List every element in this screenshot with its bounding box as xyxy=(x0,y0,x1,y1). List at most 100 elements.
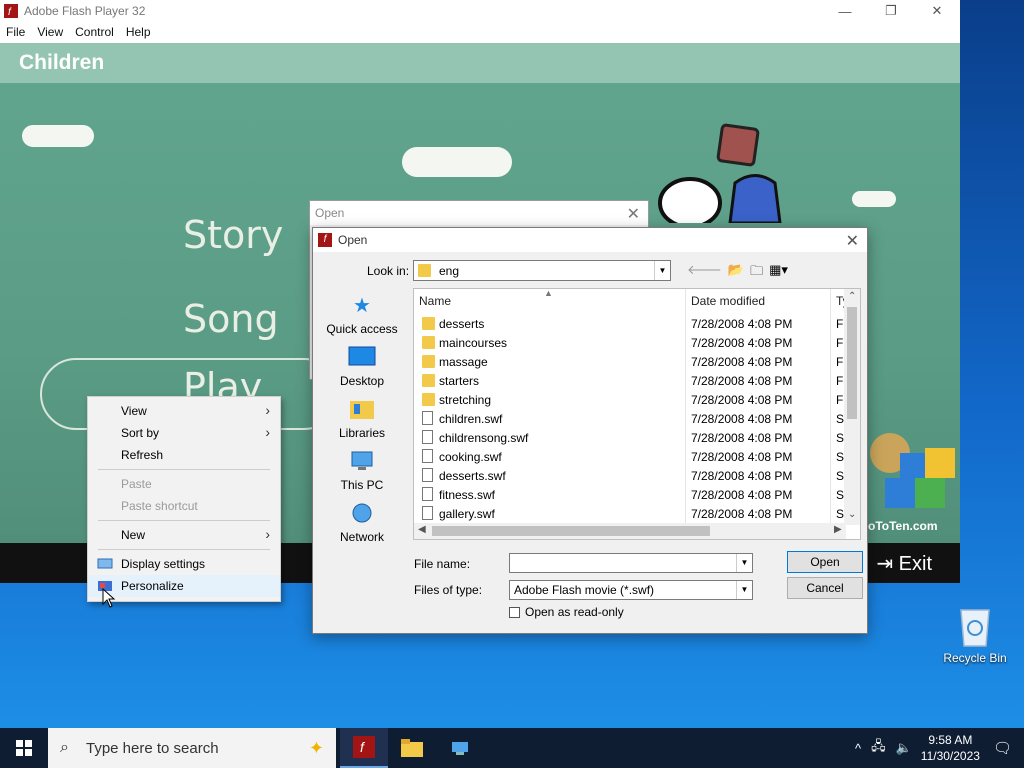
menu-help[interactable]: Help xyxy=(120,25,157,39)
look-in-label: Look in: xyxy=(367,264,410,278)
stage-header: Children xyxy=(0,43,960,83)
site-logo: oToTen.com xyxy=(868,519,938,533)
recycle-bin-label: Recycle Bin xyxy=(943,651,1007,665)
menu-song[interactable]: Song xyxy=(183,297,279,341)
cloud xyxy=(22,125,94,147)
place-libraries[interactable]: Libraries xyxy=(323,394,401,446)
folder-icon xyxy=(422,393,435,406)
column-name[interactable]: Name xyxy=(419,294,451,308)
chevron-down-icon[interactable]: ▼ xyxy=(736,581,752,599)
checkbox-box[interactable] xyxy=(509,606,520,618)
flash-titlebar[interactable]: f Adobe Flash Player 32 — ❐ ✕ xyxy=(0,0,960,22)
look-in-dropdown[interactable]: eng ▼ xyxy=(413,260,671,281)
desktop-icon xyxy=(348,346,376,370)
cancel-button[interactable]: Cancel xyxy=(787,577,863,599)
file-row[interactable]: starters 7/28/2008 4:08 PM Fil xyxy=(414,371,849,390)
file-date: 7/28/2008 4:08 PM xyxy=(691,355,793,369)
libraries-icon xyxy=(348,398,376,422)
file-row[interactable]: desserts 7/28/2008 4:08 PM Fil xyxy=(414,314,849,333)
folder-icon xyxy=(422,336,435,349)
up-folder-icon[interactable]: 📂 xyxy=(728,262,744,284)
exit-button[interactable]: ⇥ Exit xyxy=(876,551,932,576)
ctx-personalize[interactable]: Personalize xyxy=(88,575,280,597)
scroll-down-icon[interactable]: ⌄ xyxy=(848,509,856,520)
ctx-sort-by[interactable]: Sort by › xyxy=(88,422,280,444)
file-row[interactable]: gallery.swf7/28/2008 4:08 PMSV xyxy=(414,504,852,523)
file-row[interactable]: cooking.swf7/28/2008 4:08 PMSV xyxy=(414,447,852,466)
dialog-titlebar[interactable]: f Open ✕ xyxy=(313,228,867,252)
file-row[interactable]: children.swf7/28/2008 4:08 PMSV xyxy=(414,409,852,428)
chevron-up-icon[interactable]: ^ xyxy=(855,741,861,756)
ctx-view[interactable]: View › xyxy=(88,400,280,422)
scroll-thumb[interactable] xyxy=(847,307,857,419)
file-name-input[interactable]: ▼ xyxy=(509,553,753,573)
start-button[interactable] xyxy=(0,728,48,768)
column-date[interactable]: Date modified xyxy=(691,294,765,308)
file-name: stretching xyxy=(439,393,492,407)
menu-file[interactable]: File xyxy=(0,25,31,39)
scroll-right-icon[interactable]: ▶ xyxy=(834,524,842,535)
file-row[interactable]: childrensong.swf7/28/2008 4:08 PMSV xyxy=(414,428,852,447)
back-icon[interactable]: 🡐 xyxy=(687,262,722,284)
ctx-paste[interactable]: Paste xyxy=(88,473,280,495)
taskbar-network-app[interactable] xyxy=(436,728,484,768)
taskbar-file-explorer[interactable] xyxy=(388,728,436,768)
display-icon xyxy=(97,558,113,569)
recycle-bin[interactable]: Recycle Bin xyxy=(940,604,1010,665)
clock-date: 11/30/2023 xyxy=(920,749,980,763)
horizontal-scrollbar[interactable]: ◀ ▶ xyxy=(414,523,846,539)
files-of-type-select[interactable]: Adobe Flash movie (*.swf) ▼ xyxy=(509,580,753,600)
taskbar-search[interactable]: ⌕ Type here to search ✦ xyxy=(48,728,336,768)
network-icon xyxy=(348,502,376,526)
scroll-left-icon[interactable]: ◀ xyxy=(418,524,426,535)
taskbar: ⌕ Type here to search ✦ f ^ 🖧 🔈 9:58 AM … xyxy=(0,728,1024,768)
place-desktop[interactable]: Desktop xyxy=(323,342,401,394)
search-icon: ⌕ xyxy=(60,739,69,756)
view-menu-icon[interactable]: ▦▾ xyxy=(769,262,788,284)
file-row[interactable]: fitness.swf7/28/2008 4:08 PMSV xyxy=(414,485,852,504)
scroll-thumb[interactable] xyxy=(432,526,710,536)
file-row[interactable]: massage 7/28/2008 4:08 PM Fil xyxy=(414,352,849,371)
menu-control[interactable]: Control xyxy=(69,25,120,39)
open-button[interactable]: Open xyxy=(787,551,863,573)
vertical-scrollbar[interactable]: ⌃ ⌄ xyxy=(844,289,860,525)
close-button[interactable]: ✕ xyxy=(914,0,960,22)
ctx-refresh[interactable]: Refresh xyxy=(88,444,280,466)
new-folder-icon[interactable]: 🗀 xyxy=(750,262,763,284)
network-status-icon[interactable]: 🖧 xyxy=(871,737,886,759)
menu-story[interactable]: Story xyxy=(183,213,283,257)
close-icon[interactable]: ✕ xyxy=(627,204,640,224)
volume-muted-icon[interactable]: 🔈 xyxy=(896,740,912,756)
file-row[interactable]: maincourses 7/28/2008 4:08 PM Fil xyxy=(414,333,849,352)
minimize-button[interactable]: — xyxy=(822,0,868,22)
place-this-pc[interactable]: This PC xyxy=(323,446,401,498)
readonly-checkbox[interactable]: Open as read-only xyxy=(509,605,624,619)
place-quick-access[interactable]: ★ Quick access xyxy=(323,290,401,342)
notifications-icon[interactable]: 🗨 xyxy=(993,739,1012,757)
ctx-display-settings[interactable]: Display settings xyxy=(88,553,280,575)
maximize-button[interactable]: ❐ xyxy=(868,0,914,22)
exit-icon: ⇥ xyxy=(876,553,894,575)
file-name: desserts xyxy=(439,317,485,331)
menu-view[interactable]: View xyxy=(31,25,69,39)
clock[interactable]: 9:58 AM 11/30/2023 xyxy=(921,732,980,764)
file-name-label: File name: xyxy=(414,557,471,571)
file-row[interactable]: desserts.swf7/28/2008 4:08 PMSV xyxy=(414,466,852,485)
file-list[interactable]: Name ▲ Date modified Ty desserts 7/28/200… xyxy=(413,288,861,540)
ctx-label: Personalize xyxy=(121,579,184,593)
chevron-down-icon[interactable]: ▼ xyxy=(654,261,670,280)
file-row[interactable]: stretching 7/28/2008 4:08 PM Fil xyxy=(414,390,849,409)
ctx-new[interactable]: New › xyxy=(88,524,280,546)
ctx-paste-shortcut[interactable]: Paste shortcut xyxy=(88,495,280,517)
file-icon xyxy=(422,506,433,520)
ctx-label: Paste shortcut xyxy=(121,499,198,513)
taskbar-flash-player[interactable]: f xyxy=(340,728,388,768)
search-placeholder: Type here to search xyxy=(86,739,219,757)
files-of-type-value: Adobe Flash movie (*.swf) xyxy=(514,583,655,597)
chevron-down-icon[interactable]: ▼ xyxy=(736,554,752,572)
place-network[interactable]: Network xyxy=(323,498,401,550)
scroll-up-icon[interactable]: ⌃ xyxy=(848,291,856,302)
close-icon[interactable]: ✕ xyxy=(846,231,859,251)
open-dialog-back-title: Open xyxy=(315,206,345,220)
file-date: 7/28/2008 4:08 PM xyxy=(691,393,793,407)
